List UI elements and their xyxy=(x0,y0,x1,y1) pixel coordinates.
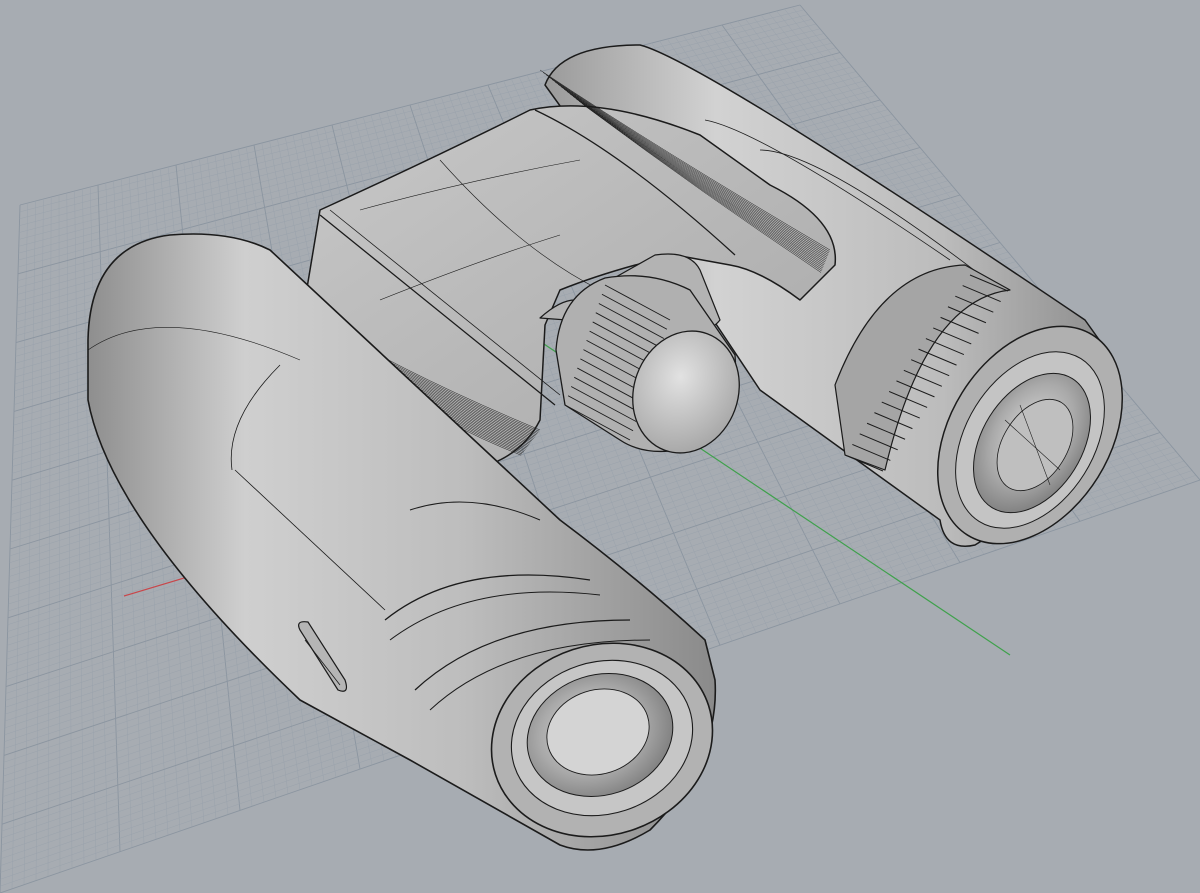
viewport-3d[interactable] xyxy=(0,0,1200,893)
perspective-viewport[interactable] xyxy=(0,0,1200,893)
binoculars-model[interactable] xyxy=(87,44,1160,865)
